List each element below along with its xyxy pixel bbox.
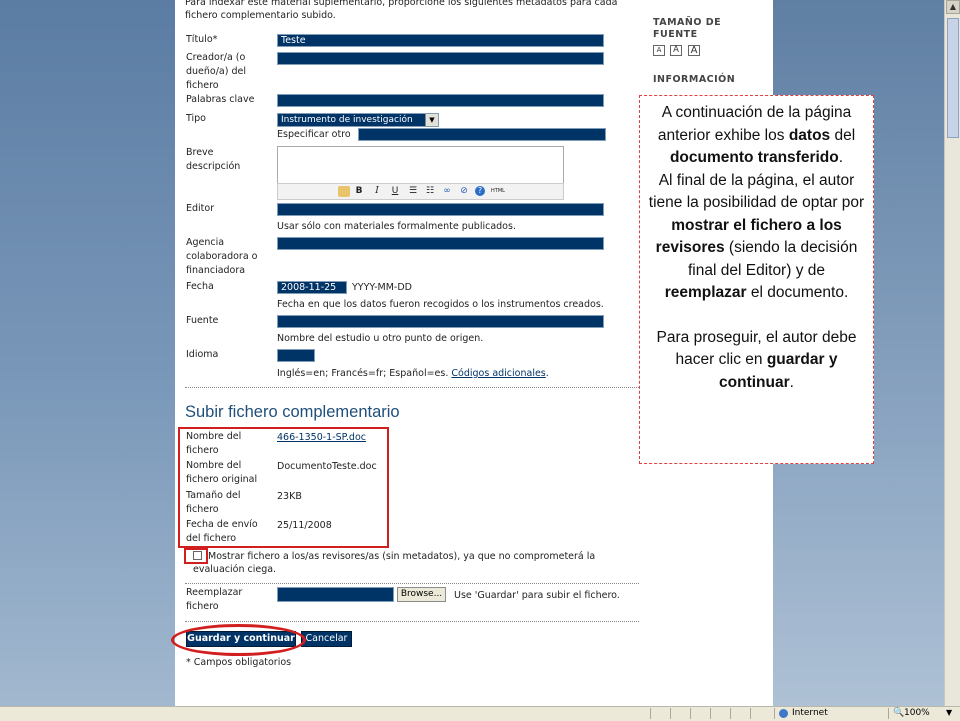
save-button-highlight — [171, 624, 306, 656]
numbered-list-icon[interactable]: ☷ — [424, 186, 436, 197]
chevron-down-icon[interactable]: ▼ — [425, 114, 438, 126]
source-hint: Nombre del estudio u otro punto de orige… — [277, 333, 484, 344]
replace-file-label: Reemplazar fichero — [186, 587, 243, 612]
publisher-hint: Usar sólo con materiales formalmente pub… — [277, 221, 516, 232]
editor-toolbar: B I U ☰ ☷ ∞ ⊘ ? HTML — [277, 183, 564, 200]
language-input[interactable] — [277, 349, 315, 362]
type-select-value: Instrumento de investigación — [281, 115, 413, 125]
source-input[interactable] — [277, 315, 604, 328]
status-divider — [750, 708, 751, 719]
help-icon[interactable]: ? — [475, 186, 485, 196]
type-other-input[interactable] — [358, 128, 606, 141]
date-label: Fecha — [186, 281, 214, 292]
status-divider — [774, 708, 775, 719]
publisher-label: Editor — [186, 203, 215, 214]
callout-paragraph-1: A continuación de la página anterior exh… — [646, 102, 867, 170]
chevron-down-icon[interactable]: ▼ — [946, 708, 952, 717]
scroll-up-arrow-icon[interactable]: ▲ — [946, 0, 960, 14]
callout-bold: reemplazar — [664, 284, 747, 301]
publisher-input[interactable] — [277, 203, 604, 216]
callout-bold: documento transferido — [669, 149, 839, 166]
divider — [185, 387, 639, 388]
status-divider — [650, 708, 651, 719]
replace-hint: Use 'Guardar' para subir el fichero. — [454, 590, 620, 601]
underline-icon[interactable]: U — [389, 186, 401, 197]
font-large-button[interactable]: A — [688, 45, 700, 56]
font-small-button[interactable]: A — [653, 45, 665, 56]
background-left — [0, 0, 175, 706]
callout-text: el documento. — [746, 284, 849, 301]
status-divider — [888, 708, 889, 719]
type-label: Tipo — [186, 113, 206, 124]
status-bar: Internet 🔍 100% ▼ — [0, 706, 960, 721]
zoom-level[interactable]: 100% — [904, 708, 930, 718]
font-medium-button[interactable]: A — [670, 45, 682, 56]
description-label: Breve descripción — [186, 147, 241, 172]
font-size-heading: TAMAÑO DE FUENTE — [653, 17, 722, 40]
date-format: YYYY-MM-DD — [352, 282, 412, 293]
callout-text: . — [838, 149, 844, 166]
date-hint: Fecha en que los datos fueron recogidos … — [277, 299, 604, 310]
checkbox-highlight — [184, 548, 208, 564]
keywords-input[interactable] — [277, 94, 604, 107]
required-note: * Campos obligatorios — [186, 657, 292, 668]
callout-bold: datos — [788, 126, 831, 144]
date-input[interactable]: 2008-11-25 — [277, 281, 347, 294]
language-codes-link[interactable]: Códigos adicionales — [451, 368, 545, 379]
paste-icon[interactable] — [338, 186, 350, 197]
callout-text: del — [830, 126, 856, 144]
divider — [185, 583, 639, 584]
globe-icon — [779, 709, 788, 718]
bullet-list-icon[interactable]: ☰ — [407, 186, 419, 197]
italic-icon[interactable]: I — [371, 186, 383, 197]
scroll-thumb[interactable] — [947, 18, 959, 138]
intro-text-line2: fichero complementario subido. — [185, 10, 336, 21]
unlink-icon[interactable]: ⊘ — [458, 186, 470, 197]
divider — [185, 621, 639, 622]
link-icon[interactable]: ∞ — [441, 186, 453, 197]
title-label: Título* — [186, 34, 218, 45]
cancel-button[interactable]: Cancelar — [301, 631, 352, 647]
status-divider — [710, 708, 711, 719]
title-input[interactable]: Teste — [277, 34, 604, 47]
show-reviewers-text-line1: Mostrar fichero a los/as revisores/as (s… — [208, 551, 596, 562]
bold-icon[interactable]: B — [353, 186, 365, 197]
keywords-label: Palabras clave — [186, 94, 255, 105]
vertical-scrollbar[interactable]: ▲ — [944, 0, 960, 706]
type-other-label: Especificar otro — [277, 129, 351, 140]
language-hint: Inglés=en; Francés=fr; Español=es. Códig… — [277, 367, 549, 380]
language-label: Idioma — [186, 349, 219, 360]
security-zone: Internet — [792, 708, 828, 718]
source-label: Fuente — [186, 315, 219, 326]
status-divider — [690, 708, 691, 719]
type-select[interactable]: Instrumento de investigación ▼ — [277, 113, 439, 127]
upload-section-title: Subir fichero complementario — [185, 403, 400, 421]
creator-input[interactable] — [277, 52, 604, 65]
language-hint-end: . — [545, 368, 549, 379]
callout-text: . — [789, 373, 794, 391]
info-heading: INFORMACIÓN — [653, 74, 736, 85]
show-reviewers-text-line2: evaluación ciega. — [193, 564, 277, 575]
description-textarea[interactable] — [277, 146, 564, 184]
annotation-callout: A continuación de la página anterior exh… — [639, 95, 874, 464]
creator-label: Creador/a (o dueño/a) del fichero — [186, 52, 246, 91]
language-hint-text: Inglés=en; Francés=fr; Español=es. — [277, 368, 449, 379]
status-divider — [730, 708, 731, 719]
zoom-icon[interactable]: 🔍 — [893, 708, 904, 718]
replace-file-input[interactable] — [277, 587, 394, 602]
status-divider — [670, 708, 671, 719]
sponsor-input[interactable] — [277, 237, 604, 250]
callout-text: Al final de la página, el autor tiene la… — [648, 171, 865, 212]
callout-paragraph-3: Para proseguir, el autor debe hacer clic… — [646, 327, 867, 395]
browse-button[interactable]: Browse... — [397, 587, 446, 602]
callout-paragraph-2: Al final de la página, el autor tiene la… — [646, 170, 867, 305]
sponsor-label: Agencia colaboradora o financiadora — [186, 237, 258, 276]
html-icon[interactable]: HTML — [490, 186, 506, 197]
file-info-highlight — [178, 427, 389, 548]
